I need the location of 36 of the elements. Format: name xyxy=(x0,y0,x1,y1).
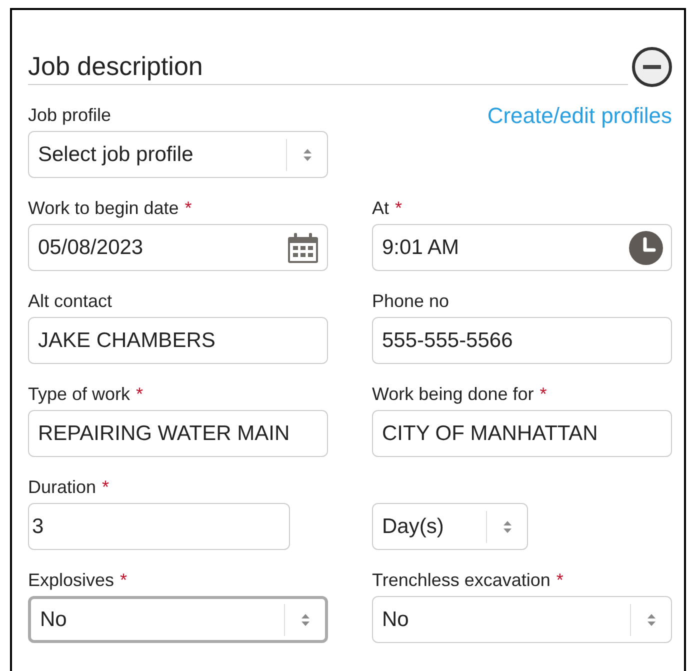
sort-arrows-icon xyxy=(646,612,656,626)
collapse-button[interactable] xyxy=(632,46,672,86)
calendar-icon[interactable] xyxy=(287,232,319,264)
field-label: Work to begin date xyxy=(28,196,179,220)
sort-arrows-icon xyxy=(300,612,310,626)
dropdown[interactable]: Day(s) xyxy=(372,503,528,550)
date-field[interactable]: 05/08/2023 xyxy=(28,224,328,271)
sort-arrows-icon xyxy=(302,148,312,162)
field-label: Phone no xyxy=(372,290,450,312)
sort-arrows-icon xyxy=(502,520,512,534)
field-label: Trenchless excavation xyxy=(372,568,550,592)
input-field[interactable]: 555-555-5566 xyxy=(372,317,672,364)
time-field[interactable]: 9:01 AM xyxy=(372,224,672,271)
required-mark: * xyxy=(120,568,128,592)
input-field[interactable]: 3 xyxy=(28,503,290,550)
input-field[interactable]: CITY OF MANHATTAN xyxy=(372,410,672,457)
required-mark: * xyxy=(184,196,192,220)
field-label: At xyxy=(372,196,390,220)
clock-icon[interactable] xyxy=(629,230,663,264)
section-title: Job description xyxy=(28,50,203,82)
field-label: Alt contact xyxy=(28,290,112,312)
dropdown[interactable]: No xyxy=(372,596,672,643)
field-label: Work being done for xyxy=(372,382,534,406)
field-label: Explosives xyxy=(28,568,114,592)
input-field[interactable]: JAKE CHAMBERS xyxy=(28,317,328,364)
required-mark: * xyxy=(556,568,564,592)
dropdown[interactable]: Select job profile xyxy=(28,131,328,178)
required-mark: * xyxy=(102,476,110,498)
field-label: Job profile xyxy=(28,104,112,127)
required-mark: * xyxy=(540,382,547,406)
required-mark: * xyxy=(136,382,144,406)
dropdown[interactable]: No xyxy=(28,596,328,643)
field-label: Type of work xyxy=(28,382,130,406)
field-label: Duration xyxy=(28,476,96,498)
input-field[interactable]: REPAIRING WATER MAIN xyxy=(28,410,328,457)
required-mark: * xyxy=(395,196,402,220)
